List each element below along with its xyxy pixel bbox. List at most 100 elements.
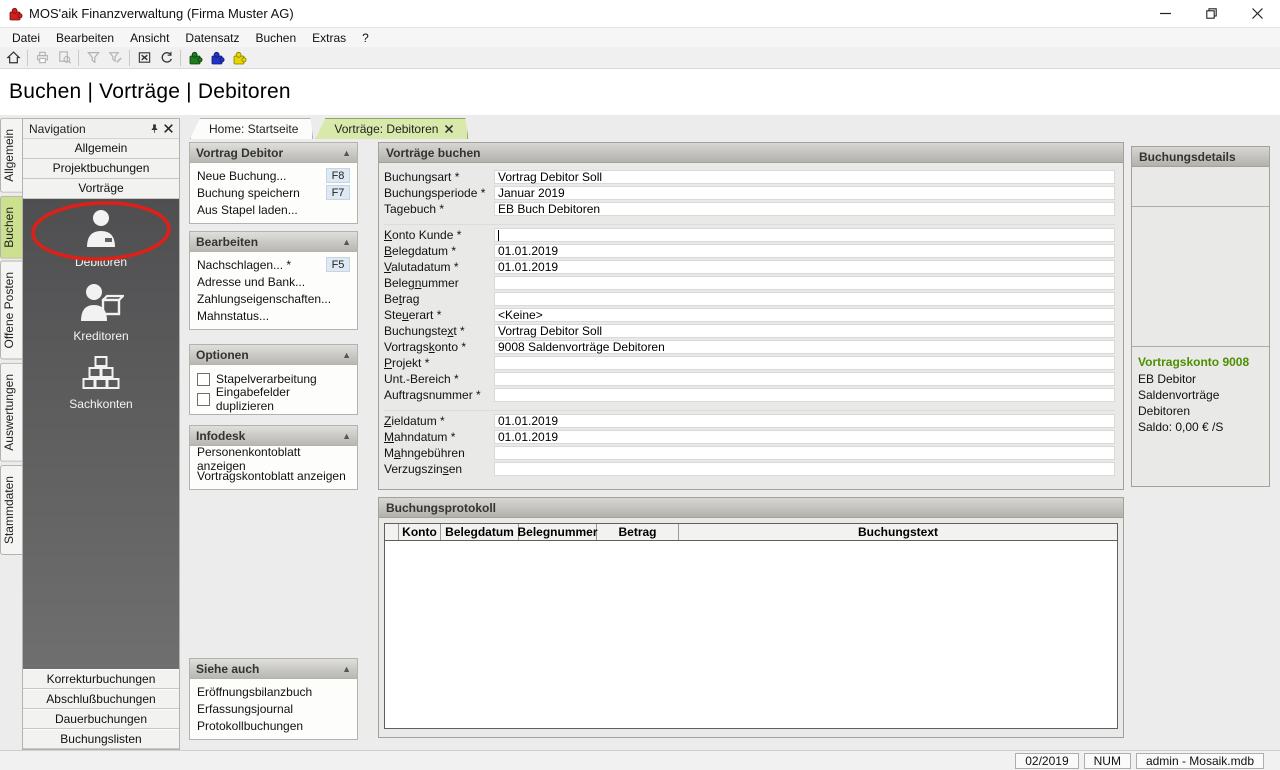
- field-label-tagebuch: Tagebuch *: [384, 202, 494, 216]
- field-tagebuch[interactable]: EB Buch Debitoren: [494, 202, 1115, 216]
- field-buchungsperiode[interactable]: Januar 2019: [494, 186, 1115, 200]
- action-eroeffnungsbilanzbuch[interactable]: Eröffnungsbilanzbuch: [190, 683, 357, 700]
- field-verzugszinsen[interactable]: [494, 462, 1115, 476]
- toolbar: [0, 47, 1280, 69]
- column-header-belegdatum[interactable]: Belegdatum: [441, 524, 519, 540]
- side-tab-auswertungen[interactable]: Auswertungen: [0, 363, 22, 462]
- tab-vortraege-debitoren[interactable]: Vorträge: Debitoren: [315, 118, 468, 139]
- nav-item-allgemein[interactable]: Allgemein: [23, 139, 179, 159]
- details-line: Saldenvorträge Debitoren: [1138, 387, 1263, 419]
- action-personenkontoblatt[interactable]: Personenkontoblatt anzeigen: [190, 450, 357, 467]
- menu-extras[interactable]: Extras: [304, 29, 354, 47]
- protocol-title: Buchungsprotokoll: [379, 498, 1123, 518]
- action-aus-stapel-laden[interactable]: Aus Stapel laden...: [190, 201, 357, 218]
- protocol-table[interactable]: Konto Belegdatum Belegnummer Betrag Buch…: [384, 523, 1118, 729]
- menu-datei[interactable]: Datei: [4, 29, 48, 47]
- navigation-header: Navigation: [23, 119, 179, 139]
- tab-close-icon[interactable]: [445, 125, 453, 133]
- menu-bearbeiten[interactable]: Bearbeiten: [48, 29, 122, 47]
- action-protokollbuchungen[interactable]: Protokollbuchungen: [190, 717, 357, 734]
- breadcrumb: Buchen | Vorträge | Debitoren: [0, 80, 291, 104]
- nav-item-vortraege[interactable]: Vorträge: [23, 179, 179, 199]
- puzzle-green-icon[interactable]: [184, 48, 206, 68]
- field-unt-bereich[interactable]: [494, 372, 1115, 386]
- nav-item-dauerbuchungen[interactable]: Dauerbuchungen: [23, 709, 179, 729]
- action-adresse-und-bank[interactable]: Adresse und Bank...: [190, 273, 357, 290]
- action-mahnstatus[interactable]: Mahnstatus...: [190, 307, 357, 324]
- filter-edit-icon[interactable]: [104, 48, 126, 68]
- tab-home-startseite[interactable]: Home: Startseite: [190, 118, 313, 139]
- nav-icon-sachkonten[interactable]: Sachkonten: [26, 355, 176, 429]
- page-heading: Buchen | Vorträge | Debitoren: [0, 69, 1280, 115]
- details-account-heading: Vortragskonto 9008: [1138, 355, 1263, 369]
- field-steuerart[interactable]: <Keine>: [494, 308, 1115, 322]
- section-header[interactable]: Vortrag Debitor▲: [190, 143, 357, 163]
- field-label-projekt: Projekt *: [384, 356, 494, 370]
- cancel-icon[interactable]: [133, 48, 155, 68]
- column-header-konto[interactable]: Konto: [399, 524, 441, 540]
- home-icon[interactable]: [2, 48, 24, 68]
- menu-help[interactable]: ?: [354, 29, 377, 47]
- menu-datensatz[interactable]: Datensatz: [177, 29, 247, 47]
- field-label-belegdatum: Belegdatum *: [384, 244, 494, 258]
- menu-buchen[interactable]: Buchen: [247, 29, 304, 47]
- nav-item-korrekturbuchungen[interactable]: Korrekturbuchungen: [23, 669, 179, 689]
- column-header-belegnummer[interactable]: Belegnummer: [519, 524, 597, 540]
- print-preview-icon[interactable]: [53, 48, 75, 68]
- field-betrag[interactable]: [494, 292, 1115, 306]
- nav-item-abschlussbuchungen[interactable]: Abschlußbuchungen: [23, 689, 179, 709]
- side-tab-stammdaten[interactable]: Stammdaten: [0, 465, 22, 555]
- side-tab-allgemein[interactable]: Allgemein: [0, 118, 22, 193]
- field-belegdatum[interactable]: 01.01.2019: [494, 244, 1115, 258]
- nav-item-projektbuchungen[interactable]: Projektbuchungen: [23, 159, 179, 179]
- field-mahngebuehren[interactable]: [494, 446, 1115, 460]
- action-neue-buchung[interactable]: Neue Buchung...F8: [190, 167, 357, 184]
- minimize-button[interactable]: [1142, 0, 1188, 27]
- nav-icon-debitoren[interactable]: Debitoren: [26, 207, 176, 281]
- field-valutadatum[interactable]: 01.01.2019: [494, 260, 1115, 274]
- puzzle-yellow-icon[interactable]: [228, 48, 250, 68]
- checkbox-eingabefelder-duplizieren[interactable]: Eingabefelder duplizieren: [190, 389, 357, 409]
- puzzle-blue-icon[interactable]: [206, 48, 228, 68]
- print-icon[interactable]: [31, 48, 53, 68]
- field-buchungstext[interactable]: Vortrag Debitor Soll: [494, 324, 1115, 338]
- action-zahlungseigenschaften[interactable]: Zahlungseigenschaften...: [190, 290, 357, 307]
- field-belegnummer[interactable]: [494, 276, 1115, 290]
- close-icon[interactable]: [161, 122, 175, 136]
- side-tab-buchen[interactable]: Buchen: [0, 196, 22, 259]
- field-vortragskonto[interactable]: 9008 Saldenvorträge Debitoren: [494, 340, 1115, 354]
- section-header[interactable]: Optionen▲: [190, 345, 357, 365]
- action-vortragskontoblatt[interactable]: Vortragskontoblatt anzeigen: [190, 467, 357, 484]
- shortcut-badge: F5: [326, 257, 350, 272]
- field-auftragsnummer[interactable]: [494, 388, 1115, 402]
- field-label-valutadatum: Valutadatum *: [384, 260, 494, 274]
- section-header[interactable]: Bearbeiten▲: [190, 232, 357, 252]
- column-header-betrag[interactable]: Betrag: [597, 524, 679, 540]
- column-header-buchungstext[interactable]: Buchungstext: [679, 524, 1117, 540]
- filter-icon[interactable]: [82, 48, 104, 68]
- checkbox-icon[interactable]: [197, 373, 210, 386]
- refresh-icon[interactable]: [155, 48, 177, 68]
- field-konto-kunde[interactable]: [494, 228, 1115, 242]
- nav-icon-kreditoren[interactable]: Kreditoren: [26, 281, 176, 355]
- side-tab-offene-posten[interactable]: Offene Posten: [0, 261, 22, 360]
- task-panel: Vortrag Debitor▲ Neue Buchung...F8 Buchu…: [189, 142, 358, 740]
- field-mahndatum[interactable]: 01.01.2019: [494, 430, 1115, 444]
- checkbox-icon[interactable]: [197, 393, 210, 406]
- section-header[interactable]: Siehe auch▲: [190, 659, 357, 679]
- nav-item-buchungslisten[interactable]: Buchungslisten: [23, 729, 179, 749]
- field-projekt[interactable]: [494, 356, 1115, 370]
- restore-button[interactable]: [1188, 0, 1234, 27]
- action-erfassungsjournal[interactable]: Erfassungsjournal: [190, 700, 357, 717]
- close-button[interactable]: [1234, 0, 1280, 27]
- action-nachschlagen[interactable]: Nachschlagen... *F5: [190, 256, 357, 273]
- field-buchungsart[interactable]: Vortrag Debitor Soll: [494, 170, 1115, 184]
- pin-icon[interactable]: [147, 122, 161, 136]
- booking-form-panel: Vorträge buchen Buchungsart *Vortrag Deb…: [378, 142, 1124, 490]
- section-header[interactable]: Infodesk▲: [190, 426, 357, 446]
- status-numlock: NUM: [1084, 753, 1131, 769]
- application-window: MOS'aik Finanzverwaltung (Firma Muster A…: [0, 0, 1280, 770]
- action-buchung-speichern[interactable]: Buchung speichernF7: [190, 184, 357, 201]
- menu-ansicht[interactable]: Ansicht: [122, 29, 177, 47]
- field-zieldatum[interactable]: 01.01.2019: [494, 414, 1115, 428]
